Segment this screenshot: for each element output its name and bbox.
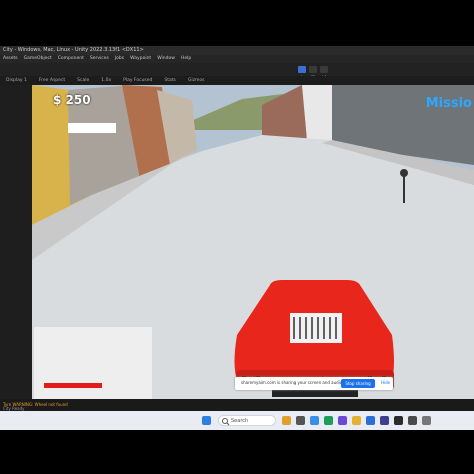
stats-toggle[interactable]: Stats: [158, 76, 182, 85]
menu-item-window[interactable]: Window: [157, 55, 175, 63]
menu-item-assets[interactable]: Assets: [3, 55, 18, 63]
money-counter: $ 250: [53, 93, 91, 107]
building-white: [302, 85, 334, 145]
aspect-select[interactable]: Free Aspect: [33, 76, 71, 85]
gizmos-toggle[interactable]: Gizmos: [182, 76, 211, 85]
folder-icon[interactable]: [352, 416, 361, 425]
minimap: [34, 327, 152, 399]
hide-banner-button[interactable]: Hide: [381, 380, 390, 385]
app-icon-3[interactable]: [310, 416, 319, 425]
menu-item-help[interactable]: Help: [181, 55, 191, 63]
display-select[interactable]: Display 1: [0, 76, 33, 85]
app-icon-2[interactable]: [296, 416, 305, 425]
play-button[interactable]: [298, 66, 306, 80]
pause-button[interactable]: [309, 66, 317, 80]
app-icon-5[interactable]: [338, 416, 347, 425]
health-bar: [44, 383, 102, 388]
stop-sharing-button[interactable]: Stop sharing: [341, 379, 375, 388]
console-bar: Tyre WARNING: Wheel not found City Ready: [0, 399, 474, 411]
unity-icon[interactable]: [394, 416, 403, 425]
menu-bar: Assets GameObject Component Services Job…: [0, 55, 474, 63]
window-title: City - Windows, Mac, Linux - Unity 2022.…: [0, 46, 474, 55]
app-icon-10[interactable]: [408, 416, 417, 425]
menu-item-waypoint[interactable]: Waypoint: [130, 55, 151, 63]
menu-item-jobs[interactable]: Jobs: [115, 55, 124, 63]
desktop-screen: City - Windows, Mac, Linux - Unity 2022.…: [0, 46, 474, 430]
menu-item-component[interactable]: Component: [58, 55, 84, 63]
taskbar-search[interactable]: Search: [218, 415, 276, 426]
mission-label: Missio: [425, 96, 472, 111]
play-focused-toggle[interactable]: Play Focused: [117, 76, 158, 85]
game-view[interactable]: $ 250 Missio sharemyaim.com is sharing y…: [32, 85, 474, 399]
share-banner-text: sharemyaim.com is sharing your screen an…: [241, 380, 344, 385]
game-view-toolbar: Display 1 Free Aspect Scale 1.0x Play Fo…: [0, 76, 474, 85]
step-button[interactable]: [320, 66, 328, 80]
app-icon-8[interactable]: [380, 416, 389, 425]
windows-taskbar: Search: [0, 411, 474, 430]
scale-value[interactable]: 1.0x: [95, 76, 117, 85]
menu-item-gameobject[interactable]: GameObject: [24, 55, 52, 63]
app-icon-1[interactable]: [282, 416, 291, 425]
menu-item-services[interactable]: Services: [90, 55, 109, 63]
app-icon-11[interactable]: [422, 416, 431, 425]
app-icon-7[interactable]: [366, 416, 375, 425]
search-icon: [222, 418, 230, 426]
start-icon[interactable]: [202, 416, 211, 425]
store-sign: [68, 123, 116, 133]
edge-icon[interactable]: [324, 416, 333, 425]
editor-toolbar: [0, 63, 474, 80]
scale-label: Scale: [77, 78, 90, 83]
screen-share-banner: sharemyaim.com is sharing your screen an…: [235, 377, 393, 390]
search-placeholder: Search: [231, 418, 249, 424]
sign-pole: [403, 173, 405, 203]
